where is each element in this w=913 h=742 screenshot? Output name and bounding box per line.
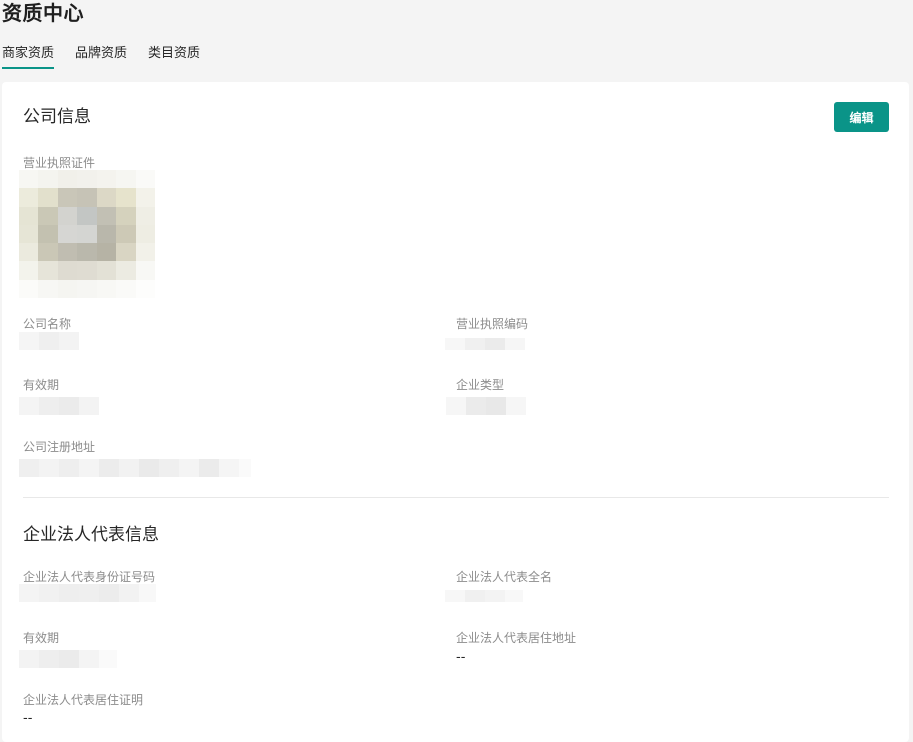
legal-residence-address-value: -- xyxy=(456,650,466,665)
company-validity-label: 有效期 xyxy=(23,378,60,392)
company-type-value-redacted xyxy=(446,397,526,415)
legal-representative-title: 企业法人代表信息 xyxy=(23,525,159,545)
legal-validity-label: 有效期 xyxy=(23,631,60,645)
legal-validity-value-redacted xyxy=(19,650,117,668)
qualification-tabs: 商家资质 品牌资质 类目资质 xyxy=(2,42,221,69)
tab-brand-qualification[interactable]: 品牌资质 xyxy=(75,42,127,69)
legal-id-number-label: 企业法人代表身份证号码 xyxy=(23,570,156,584)
qualification-card: 公司信息 编辑 营业执照证件 公司名称 营业执照编码 有效期 企业类型 公司注册… xyxy=(2,82,909,742)
company-name-value-redacted xyxy=(19,332,79,350)
page-title: 资质中心 xyxy=(2,1,84,25)
legal-residence-address-label: 企业法人代表居住地址 xyxy=(456,631,577,645)
edit-button[interactable]: 编辑 xyxy=(834,102,889,132)
company-info-title: 公司信息 xyxy=(23,107,91,127)
registered-address-value-redacted xyxy=(19,459,251,477)
company-type-label: 企业类型 xyxy=(456,378,505,392)
registered-address-label: 公司注册地址 xyxy=(23,440,96,454)
business-license-image[interactable] xyxy=(19,170,155,298)
legal-full-name-label: 企业法人代表全名 xyxy=(456,570,553,584)
section-divider xyxy=(23,497,889,498)
legal-residence-proof-label: 企业法人代表居住证明 xyxy=(23,693,144,707)
legal-full-name-value-redacted xyxy=(445,590,523,602)
legal-id-number-value-redacted xyxy=(19,584,156,602)
tab-category-qualification[interactable]: 类目资质 xyxy=(148,42,200,69)
company-validity-value-redacted xyxy=(19,397,99,415)
license-number-label: 营业执照编码 xyxy=(456,317,529,331)
business-license-label: 营业执照证件 xyxy=(23,156,96,170)
legal-residence-proof-value: -- xyxy=(23,711,33,726)
tab-merchant-qualification[interactable]: 商家资质 xyxy=(2,42,55,69)
company-name-label: 公司名称 xyxy=(23,317,72,331)
license-number-value-redacted xyxy=(445,338,525,350)
